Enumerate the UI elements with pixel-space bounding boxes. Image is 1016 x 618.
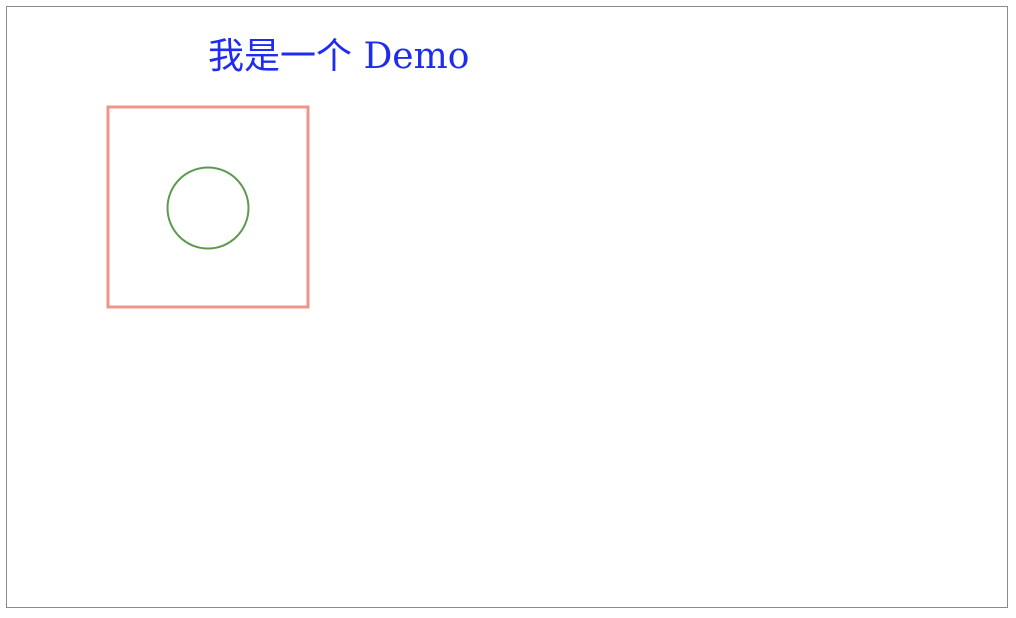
- demo-svg-canvas: 我是一个 Demo: [106, 36, 469, 309]
- circle-shape: [166, 166, 250, 250]
- demo-title: 我是一个 Demo: [208, 36, 469, 77]
- square-shape: [106, 105, 310, 309]
